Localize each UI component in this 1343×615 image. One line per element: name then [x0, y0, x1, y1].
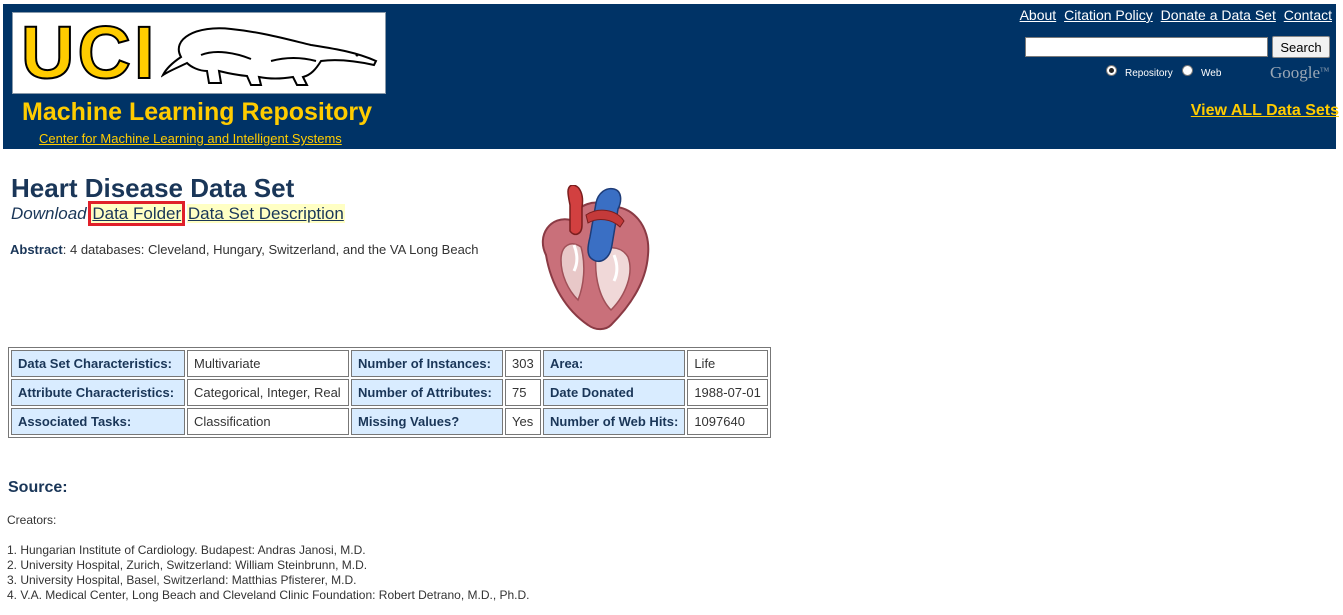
table-cell: Categorical, Integer, Real — [187, 379, 349, 406]
data-folder-link[interactable]: Data Folder — [88, 201, 186, 226]
data-set-description-link[interactable]: Data Set Description — [186, 204, 345, 223]
search-input[interactable] — [1025, 37, 1268, 57]
download-row: Download Data Folder Data Set Descriptio… — [11, 201, 345, 226]
table-cell: Classification — [187, 408, 349, 435]
creators-label: Creators: — [7, 513, 57, 527]
anteater-icon — [161, 27, 378, 86]
radio-repository-label: Repository — [1125, 68, 1173, 79]
abstract-label: Abstract — [10, 242, 63, 257]
table-cell: Number of Web Hits: — [543, 408, 686, 435]
table-cell: 75 — [505, 379, 541, 406]
table-cell: Yes — [505, 408, 541, 435]
site-title[interactable]: Machine Learning Repository — [22, 98, 372, 127]
table-cell: 303 — [505, 350, 541, 377]
uci-logo[interactable]: UCI — [12, 12, 386, 94]
table-cell: Attribute Characteristics: — [11, 379, 185, 406]
citation-policy-link[interactable]: Citation Policy — [1064, 7, 1153, 23]
table-cell: Number of Instances: — [351, 350, 503, 377]
abstract-text: : 4 databases: Cleveland, Hungary, Switz… — [62, 242, 479, 257]
source-heading: Source: — [8, 479, 68, 496]
table-cell: Multivariate — [187, 350, 349, 377]
page-title: Heart Disease Data Set — [11, 173, 295, 203]
abstract: Abstract: 4 databases: Cleveland, Hungar… — [10, 242, 479, 257]
donate-data-set-link[interactable]: Donate a Data Set — [1161, 7, 1276, 23]
table-cell: Data Set Characteristics: — [11, 350, 185, 377]
table-row: Attribute Characteristics: Categorical, … — [11, 379, 769, 406]
table-cell: 1097640 — [687, 408, 769, 435]
table-row: Data Set Characteristics: Multivariate N… — [11, 350, 769, 377]
top-nav: About Citation Policy Donate a Data Set … — [1016, 7, 1332, 23]
search-button[interactable]: Search — [1272, 36, 1330, 58]
data-set-info-table: Data Set Characteristics: Multivariate N… — [8, 347, 772, 438]
table-cell: Life — [687, 350, 769, 377]
list-item: 2. University Hospital, Zurich, Switzerl… — [7, 558, 368, 572]
list-item: 1. Hungarian Institute of Cardiology. Bu… — [7, 543, 366, 557]
contact-link[interactable]: Contact — [1284, 7, 1332, 23]
table-cell: Area: — [543, 350, 686, 377]
download-label: Download — [11, 204, 87, 223]
table-cell: Date Donated — [543, 379, 686, 406]
table-cell: Number of Attributes: — [351, 379, 503, 406]
about-link[interactable]: About — [1020, 7, 1057, 23]
table-cell: Missing Values? — [351, 408, 503, 435]
radio-web[interactable] — [1182, 65, 1193, 76]
google-logo: GoogleTM — [1270, 63, 1330, 82]
table-cell: Associated Tasks: — [11, 408, 185, 435]
uci-logo-text: UCI — [20, 12, 158, 94]
table-cell: 1988-07-01 — [687, 379, 769, 406]
table-row: Associated Tasks: Classification Missing… — [11, 408, 769, 435]
creators-list: 1. Hungarian Institute of Cardiology. Bu… — [7, 543, 530, 603]
list-item: 3. University Hospital, Basel, Switzerla… — [7, 573, 357, 587]
radio-web-label: Web — [1201, 68, 1222, 79]
site-subtitle-link[interactable]: Center for Machine Learning and Intellig… — [39, 131, 342, 146]
radio-repository[interactable] — [1106, 65, 1117, 76]
google-logo-text: Google — [1270, 63, 1321, 82]
list-item: 4. V.A. Medical Center, Long Beach and C… — [7, 588, 530, 602]
heart-anatomy-image — [541, 185, 650, 331]
view-all-data-sets-link[interactable]: View ALL Data Sets — [1191, 102, 1339, 120]
